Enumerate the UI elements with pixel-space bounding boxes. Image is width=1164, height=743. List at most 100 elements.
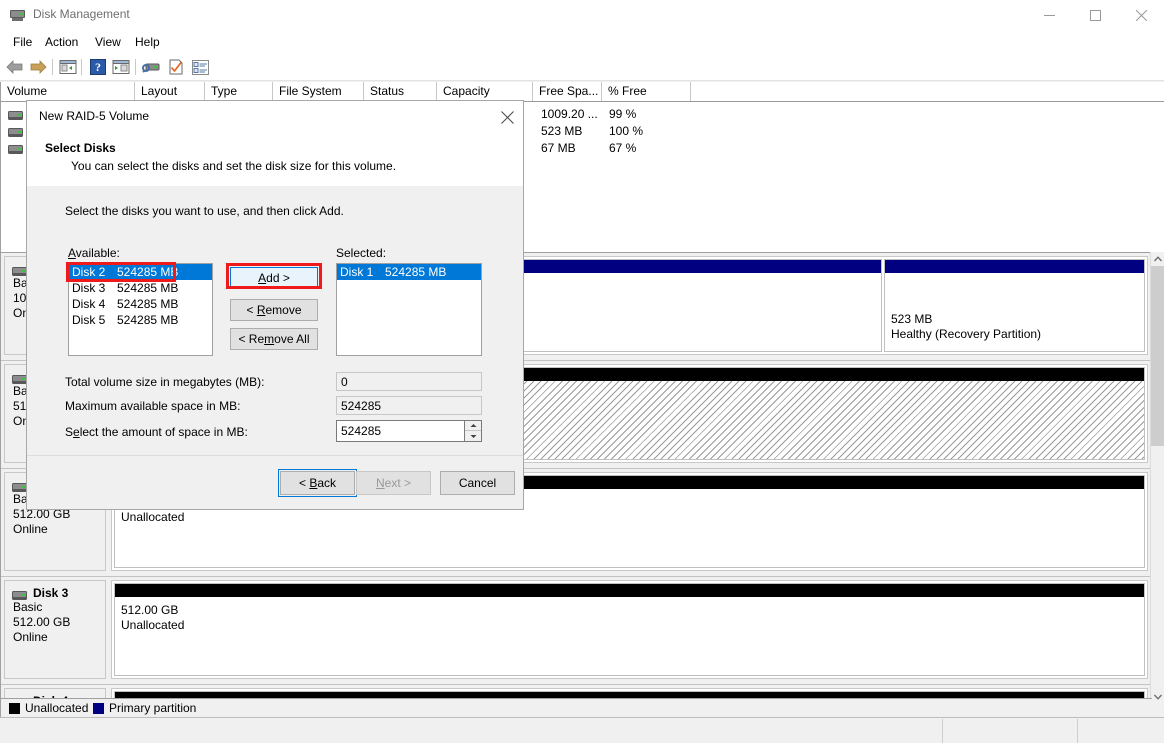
- volume-icon: [8, 109, 23, 120]
- legend-label-primary-partition: Primary partition: [109, 701, 197, 715]
- spinner-up-icon[interactable]: [465, 421, 481, 431]
- maximum-available-space-value: 524285: [336, 396, 482, 415]
- column-header-layout[interactable]: Layout: [135, 82, 205, 101]
- remove-all-button[interactable]: < Remove All: [230, 328, 318, 350]
- disk-icon: [12, 481, 27, 492]
- legend: Unallocated Primary partition: [0, 698, 1152, 718]
- maximize-button[interactable]: [1072, 0, 1118, 31]
- dialog-title: New RAID-5 Volume: [39, 109, 150, 123]
- column-header-volume[interactable]: Volume: [1, 82, 135, 101]
- menu-file[interactable]: File: [6, 34, 39, 51]
- disk-state: Online: [13, 522, 48, 536]
- status-bar: [0, 717, 1164, 743]
- column-header-file-system[interactable]: File System: [273, 82, 364, 101]
- disk-size: 512.00 GB: [13, 615, 71, 629]
- partition-label-2: Unallocated: [121, 510, 185, 524]
- disk-info-3: Disk 3 Basic 512.00 GB Online: [4, 580, 106, 679]
- available-disk-name: Disk 5: [72, 313, 106, 327]
- selected-disk-name: Disk 1: [340, 265, 374, 279]
- svg-text:?: ?: [95, 60, 101, 74]
- cell-free-space: 523 MB: [541, 124, 583, 138]
- spinner-down-icon[interactable]: [465, 431, 481, 441]
- legend-swatch-primary-partition: [93, 703, 104, 714]
- space-spinner[interactable]: [465, 420, 482, 442]
- list-item[interactable]: Disk 2 524285 MB: [69, 264, 212, 280]
- volume-list-header: Volume Layout Type File System Status Ca…: [1, 82, 1164, 102]
- column-header-free-space[interactable]: Free Spa...: [533, 82, 602, 101]
- total-volume-size-label: Total volume size in megabytes (MB):: [65, 375, 265, 389]
- dialog-header: Select Disks You can select the disks an…: [27, 134, 523, 187]
- selected-disk-size: 524285 MB: [385, 265, 447, 279]
- action-check-icon[interactable]: [165, 57, 187, 77]
- cell-free-space: 67 MB: [541, 141, 576, 155]
- partition-color-bar: [885, 260, 1144, 273]
- available-disks-list[interactable]: Disk 2 524285 MB Disk 3 524285 MB Disk 4…: [68, 263, 213, 356]
- scroll-up-icon[interactable]: [1151, 252, 1164, 266]
- maximum-available-space-label: Maximum available space in MB:: [65, 399, 241, 413]
- disk-icon: [12, 589, 27, 600]
- partition-label-1: 512.00 GB: [121, 603, 179, 617]
- partition[interactable]: 512.00 GB Unallocated: [114, 583, 1145, 676]
- dialog-instruction: Select the disks you want to use, and th…: [65, 204, 344, 218]
- close-button[interactable]: [1118, 0, 1164, 31]
- available-disk-size: 524285 MB: [117, 265, 179, 279]
- show-hide-console-tree-icon[interactable]: [57, 57, 79, 77]
- list-item[interactable]: Disk 1 524285 MB: [337, 264, 481, 280]
- back-arrow-icon[interactable]: [4, 57, 26, 77]
- disk-management-icon: [9, 7, 26, 23]
- menu-help[interactable]: Help: [128, 34, 167, 51]
- volume-icon: [8, 143, 23, 154]
- cell-percent-free: 100 %: [609, 124, 644, 138]
- disk-row-3[interactable]: Disk 3 Basic 512.00 GB Online 512.00 GB …: [1, 577, 1152, 685]
- minimize-button[interactable]: [1026, 0, 1072, 31]
- partition-label-2: Unallocated: [121, 618, 185, 632]
- cell-free-space: 1009.20 ...: [541, 107, 598, 121]
- list-item[interactable]: Disk 4 524285 MB: [69, 296, 212, 312]
- forward-arrow-icon[interactable]: [27, 57, 49, 77]
- scroll-down-icon[interactable]: [1151, 690, 1164, 704]
- list-item[interactable]: Disk 5 524285 MB: [69, 312, 212, 328]
- partition[interactable]: 523 MB Healthy (Recovery Partition): [884, 259, 1145, 352]
- column-header-capacity[interactable]: Capacity: [437, 82, 533, 101]
- partition-label-2: Healthy (Recovery Partition): [891, 327, 1042, 341]
- available-disk-size: 524285 MB: [117, 281, 179, 295]
- cancel-button[interactable]: Cancel: [440, 471, 515, 495]
- column-header-filler: [691, 82, 1164, 101]
- selected-disks-list[interactable]: Disk 1 524285 MB: [336, 263, 482, 356]
- available-disk-name: Disk 2: [72, 265, 106, 279]
- remove-button[interactable]: < Remove: [230, 299, 318, 321]
- cell-percent-free: 99 %: [609, 107, 637, 121]
- column-header-type[interactable]: Type: [205, 82, 273, 101]
- toolbar: ?: [0, 53, 1164, 81]
- selected-label: Selected:: [336, 246, 387, 260]
- status-segment-2: [943, 719, 1078, 743]
- dialog-footer: < Back Next > Cancel: [27, 455, 523, 509]
- column-header-status[interactable]: Status: [364, 82, 437, 101]
- rescan-disks-icon[interactable]: [141, 57, 163, 77]
- column-header-percent-free[interactable]: % Free: [602, 82, 691, 101]
- back-button[interactable]: < Back: [278, 469, 357, 497]
- cell-percent-free: 67 %: [609, 141, 637, 155]
- menu-view[interactable]: View: [88, 34, 128, 51]
- scroll-thumb[interactable]: [1151, 266, 1164, 446]
- add-button[interactable]: Add >: [230, 267, 318, 289]
- status-segment-1: [0, 719, 943, 743]
- help-icon[interactable]: ?: [87, 57, 109, 77]
- title-bar: Disk Management: [0, 0, 1164, 32]
- volume-icon: [8, 126, 23, 137]
- available-disk-size: 524285 MB: [117, 313, 179, 327]
- disk-state: Online: [13, 630, 48, 644]
- list-item[interactable]: Disk 3 524285 MB: [69, 280, 212, 296]
- dialog-title-bar: New RAID-5 Volume: [27, 101, 523, 134]
- disk-pane-scrollbar[interactable]: [1150, 252, 1164, 704]
- legend-label-unallocated: Unallocated: [25, 701, 89, 715]
- dialog-close-button[interactable]: [491, 101, 523, 133]
- disk-icon: [12, 373, 27, 384]
- disk-area-3: 512.00 GB Unallocated: [111, 580, 1148, 679]
- select-amount-of-space-label: Select the amount of space in MB:: [65, 425, 248, 439]
- menu-action[interactable]: Action: [38, 34, 85, 51]
- disk-icon: [12, 265, 27, 276]
- properties-icon[interactable]: [110, 57, 132, 77]
- select-amount-of-space-input[interactable]: 524285: [336, 420, 465, 442]
- list-view-icon[interactable]: [189, 57, 211, 77]
